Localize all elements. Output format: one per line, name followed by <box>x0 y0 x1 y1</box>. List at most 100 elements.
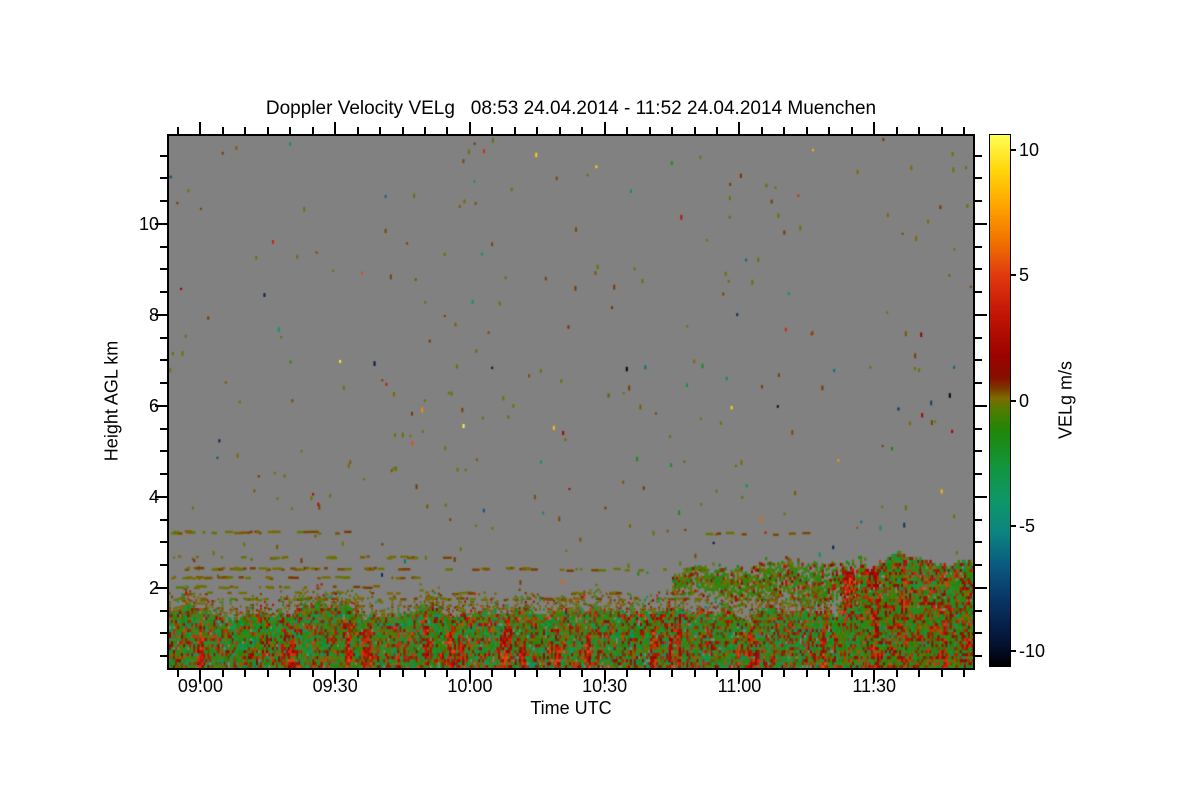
y-axis-tick <box>160 200 167 203</box>
y-axis-tick <box>975 177 982 180</box>
y-axis-tick <box>975 495 987 498</box>
x-axis-tick <box>446 670 449 677</box>
y-axis-tick <box>975 655 982 658</box>
y-axis-tick <box>160 177 167 180</box>
x-axis-tick <box>940 670 943 677</box>
colorbar-gradient-canvas <box>990 135 1010 666</box>
x-axis-tick <box>356 670 359 677</box>
x-axis-tick <box>289 670 292 677</box>
y-axis-tick <box>975 541 982 544</box>
y-axis-tick <box>160 450 167 453</box>
y-axis-tick <box>975 609 982 612</box>
x-axis-tick <box>603 122 606 134</box>
y-axis-tick <box>975 268 982 271</box>
y-axis-tick <box>160 655 167 658</box>
y-axis-tick <box>160 541 167 544</box>
y-axis-tick <box>975 518 982 521</box>
x-axis-tick <box>446 127 449 134</box>
x-axis-tick <box>491 127 494 134</box>
y-axis-tick <box>975 291 982 294</box>
x-axis-tick <box>918 127 921 134</box>
x-axis-tick <box>626 127 629 134</box>
y-axis-tick <box>160 518 167 521</box>
y-axis-tick <box>975 632 982 635</box>
x-tick-label: 10:00 <box>447 676 493 696</box>
y-axis-tick <box>975 586 987 589</box>
x-tick-label: 11:00 <box>717 676 762 696</box>
y-axis-tick <box>975 450 982 453</box>
x-axis-tick <box>558 127 561 134</box>
y-tick-label: 8 <box>148 304 159 325</box>
doppler-velocity-chart-page: Doppler Velocity VELg 08:53 24.04.2014 -… <box>0 0 1200 800</box>
x-axis-tick <box>963 670 966 677</box>
x-axis-tick <box>693 127 696 134</box>
x-axis-tick <box>850 670 853 677</box>
x-tick-label: 09:00 <box>177 676 223 696</box>
y-axis-tick <box>160 427 167 430</box>
x-axis-label: Time UTC <box>530 698 612 718</box>
y-axis-tick <box>975 313 987 316</box>
x-axis-tick <box>918 670 921 677</box>
x-axis-tick <box>873 122 876 134</box>
y-axis-tick <box>160 359 167 362</box>
x-axis-tick <box>199 122 202 134</box>
x-axis-tick <box>266 670 269 677</box>
x-axis-tick <box>963 127 966 134</box>
colorbar-tick <box>1011 524 1016 527</box>
y-axis-tick <box>160 382 167 385</box>
x-axis-tick <box>805 127 808 134</box>
y-axis-tick <box>160 336 167 339</box>
y-tick-label: 2 <box>148 577 159 598</box>
y-axis-tick <box>160 473 167 476</box>
y-axis-tick <box>975 427 982 430</box>
x-axis-tick <box>760 670 763 677</box>
x-axis-tick <box>895 127 898 134</box>
y-tick-label: 4 <box>148 486 159 507</box>
y-axis-tick <box>160 564 167 567</box>
x-axis-tick <box>311 127 314 134</box>
y-axis-tick <box>160 268 167 271</box>
x-axis-tick <box>850 127 853 134</box>
x-axis-tick <box>221 670 224 677</box>
y-tick-label: 10 <box>138 213 159 234</box>
colorbar-tick <box>1011 274 1016 277</box>
x-axis-tick <box>379 670 382 677</box>
x-axis-tick <box>536 670 539 677</box>
x-axis-tick <box>626 670 629 677</box>
colorbar-tick-label: 0 <box>1019 390 1030 411</box>
chart-title: Doppler Velocity VELg 08:53 24.04.2014 -… <box>265 98 877 119</box>
x-tick-label: 11:30 <box>852 676 897 696</box>
x-axis-tick <box>895 670 898 677</box>
x-tick-label: 10:30 <box>582 676 628 696</box>
x-axis-tick <box>491 670 494 677</box>
x-axis-tick <box>738 122 741 134</box>
y-axis-tick <box>975 336 982 339</box>
colorbar-tick <box>1011 149 1016 152</box>
y-axis-tick <box>975 245 982 248</box>
x-axis-tick <box>715 127 718 134</box>
colorbar-tick <box>1011 399 1016 402</box>
x-axis-tick <box>244 670 247 677</box>
y-axis-tick <box>975 200 982 203</box>
y-axis-tick <box>975 359 982 362</box>
y-axis-tick <box>975 222 987 225</box>
x-axis-tick <box>760 127 763 134</box>
y-axis-tick <box>160 291 167 294</box>
x-axis-tick <box>379 127 382 134</box>
x-axis-tick <box>356 127 359 134</box>
x-axis-tick <box>334 122 337 134</box>
x-axis-tick <box>693 670 696 677</box>
colorbar-tick <box>1011 649 1016 652</box>
x-axis-tick <box>401 670 404 677</box>
x-axis-tick <box>513 670 516 677</box>
velocity-heatmap-canvas <box>169 136 973 668</box>
y-axis-tick <box>975 382 982 385</box>
x-axis-tick <box>536 127 539 134</box>
x-axis-tick <box>783 670 786 677</box>
y-axis-tick <box>160 154 167 157</box>
colorbar-tick-label: -5 <box>1019 515 1036 536</box>
x-axis-tick <box>289 127 292 134</box>
x-axis-tick <box>176 670 179 677</box>
colorbar-tick-label: 10 <box>1019 140 1040 161</box>
x-axis-tick <box>671 670 674 677</box>
